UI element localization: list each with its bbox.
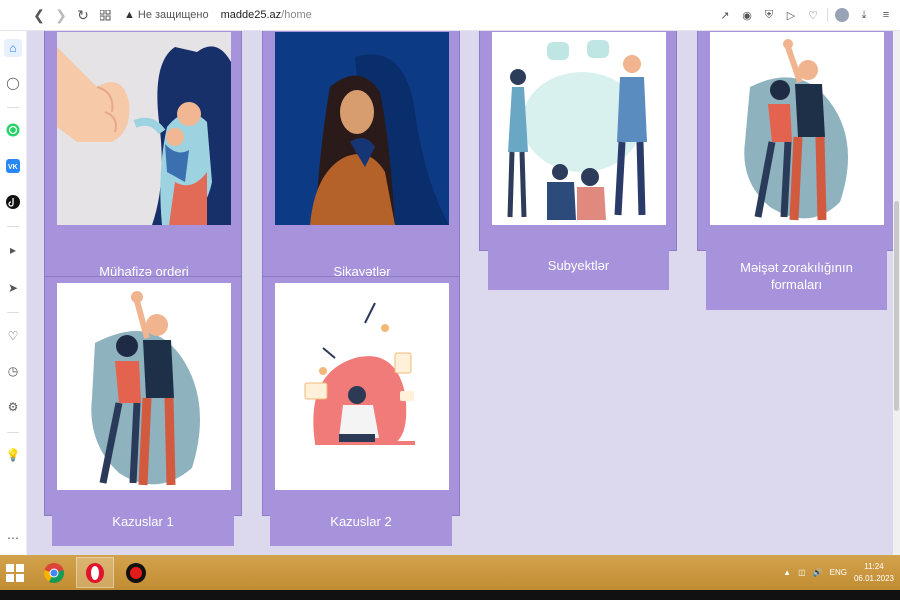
card-kazuslar-2[interactable] bbox=[262, 276, 460, 516]
card-meiset-zorakiligi[interactable] bbox=[697, 31, 893, 251]
url-host: madde25.az bbox=[220, 9, 282, 21]
windows-taskbar: ▲ ◫ 🔊 ENG 11:24 06.01.2023 bbox=[0, 555, 900, 590]
browser-toolbar: ❮ ❯ ↻ ▲ Не защищено madde25.az/home ↗ ◉ … bbox=[0, 0, 900, 31]
card-label[interactable]: Subyektlər bbox=[488, 241, 669, 290]
divider bbox=[7, 107, 19, 108]
url-path: /home bbox=[281, 9, 312, 21]
divider bbox=[7, 312, 19, 313]
menu-icon[interactable]: ≡ bbox=[878, 5, 894, 25]
compass-icon[interactable]: ◯ bbox=[4, 74, 22, 92]
divider bbox=[7, 432, 19, 433]
play-circle-icon[interactable]: ▸ bbox=[4, 241, 22, 259]
warning-icon: ▲ bbox=[124, 9, 135, 21]
svg-text:VK: VK bbox=[8, 164, 18, 171]
grid-icon bbox=[99, 9, 110, 20]
card-image bbox=[492, 32, 666, 225]
page-content: Mühafizə orderi Şikayətlər Subyektlər Mə… bbox=[27, 31, 893, 555]
security-label: Не защищено bbox=[137, 9, 209, 21]
download-icon[interactable]: ⤓ bbox=[856, 5, 872, 25]
opera-app[interactable] bbox=[76, 557, 114, 588]
system-tray: ▲ ◫ 🔊 ENG 11:24 06.01.2023 bbox=[783, 559, 894, 586]
record-icon bbox=[126, 562, 146, 583]
volume-icon[interactable]: 🔊 bbox=[813, 568, 823, 577]
chrome-icon bbox=[44, 562, 64, 583]
card-image bbox=[275, 32, 449, 225]
avatar bbox=[835, 8, 849, 22]
address-bar[interactable]: ▲ Не защищено madde25.az/home bbox=[124, 9, 312, 21]
lightbulb-icon[interactable]: 💡 bbox=[4, 446, 22, 464]
divider bbox=[7, 226, 19, 227]
heart-icon[interactable]: ♡ bbox=[4, 327, 22, 345]
card-image bbox=[57, 283, 231, 490]
tiktok-icon[interactable] bbox=[4, 193, 22, 211]
gear-icon[interactable]: ⚙ bbox=[4, 398, 22, 416]
play-icon[interactable]: ▷ bbox=[783, 5, 799, 25]
card-label[interactable]: Kazuslar 2 bbox=[270, 497, 452, 546]
more-icon[interactable]: ⋯ bbox=[4, 529, 22, 547]
send-icon[interactable]: ➤ bbox=[4, 279, 22, 297]
card-image bbox=[57, 32, 231, 225]
forward-button[interactable]: ❯ bbox=[50, 4, 72, 26]
scrollbar-thumb[interactable] bbox=[894, 201, 899, 411]
screen-bottom-edge bbox=[0, 590, 900, 600]
network-icon[interactable]: ◫ bbox=[798, 568, 806, 577]
profile-button[interactable] bbox=[834, 5, 850, 25]
opera-icon bbox=[86, 562, 104, 583]
card-subyektler[interactable] bbox=[479, 31, 677, 251]
heart-icon[interactable]: ♡ bbox=[805, 5, 821, 25]
browser-sidebar: ⌂ ◯ VK ▸ ➤ ♡ ◷ ⚙ 💡 ⋯ bbox=[0, 31, 27, 555]
card-image bbox=[710, 32, 884, 225]
chrome-app[interactable] bbox=[35, 557, 73, 588]
recorder-app[interactable] bbox=[117, 557, 155, 588]
home-icon[interactable]: ⌂ bbox=[4, 39, 22, 57]
page-scrollbar[interactable] bbox=[893, 31, 900, 555]
clock-date: 06.01.2023 bbox=[853, 573, 894, 583]
shield-icon[interactable]: ⛨ bbox=[761, 5, 777, 25]
vk-icon[interactable]: VK bbox=[4, 157, 22, 175]
camera-icon[interactable]: ◉ bbox=[739, 5, 755, 25]
card-label[interactable]: Kazuslar 1 bbox=[52, 497, 234, 546]
back-button[interactable]: ❮ bbox=[28, 4, 50, 26]
card-label[interactable]: Məişət zorakılığının formaları bbox=[706, 241, 887, 310]
clock[interactable]: 11:24 06.01.2023 bbox=[854, 561, 894, 585]
tabs-grid-button[interactable] bbox=[94, 4, 116, 26]
share-icon[interactable]: ↗ bbox=[717, 5, 733, 25]
chevron-up-icon[interactable]: ▲ bbox=[783, 568, 791, 577]
whatsapp-icon[interactable] bbox=[4, 121, 22, 139]
card-image bbox=[275, 283, 449, 490]
start-button[interactable] bbox=[6, 564, 24, 582]
reload-button[interactable]: ↻ bbox=[72, 4, 94, 26]
clock-icon[interactable]: ◷ bbox=[4, 362, 22, 380]
card-kazuslar-1[interactable] bbox=[44, 276, 242, 516]
language-indicator[interactable]: ENG bbox=[830, 568, 847, 577]
clock-time: 11:24 bbox=[864, 561, 884, 571]
divider bbox=[827, 8, 828, 22]
toolbar-actions: ↗ ◉ ⛨ ▷ ♡ ⤓ ≡ bbox=[717, 5, 894, 25]
